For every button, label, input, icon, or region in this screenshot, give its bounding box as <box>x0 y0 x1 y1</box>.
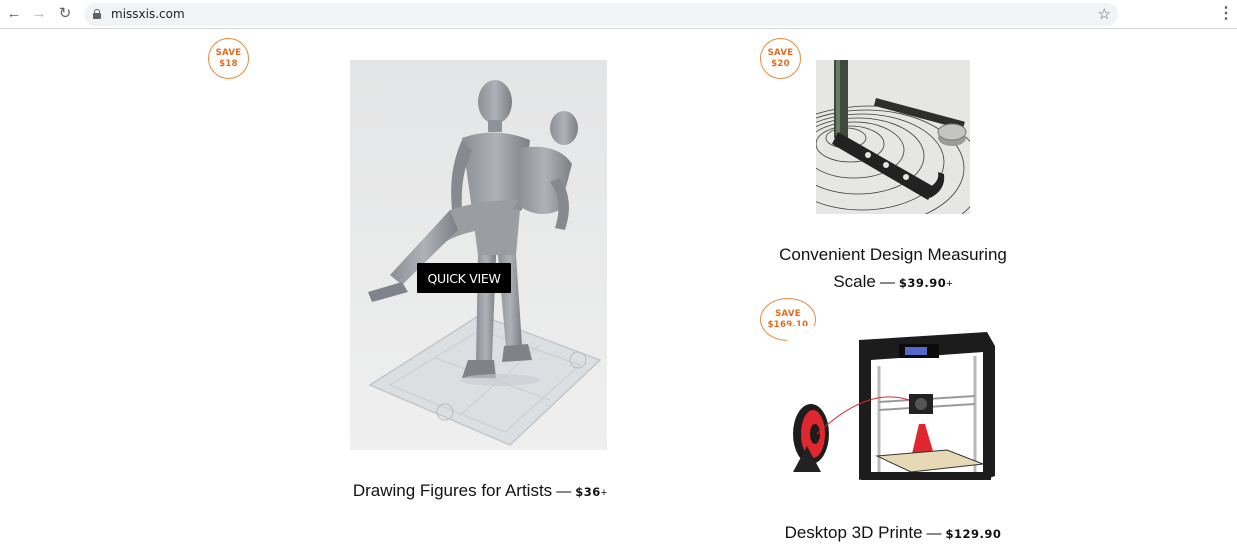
product-price: $39.90 <box>898 276 947 290</box>
star-icon[interactable]: ☆ <box>1098 5 1111 23</box>
quick-view-button[interactable]: QUICK VIEW <box>417 263 511 293</box>
price-dash: — <box>879 274 895 291</box>
save-badge: SAVE $18 <box>208 38 249 79</box>
product-image-drawing-figures[interactable] <box>350 60 607 450</box>
kebab-menu-icon[interactable]: ⋮ <box>1218 4 1234 24</box>
price-dash: — <box>926 525 942 542</box>
save-badge-label: SAVE <box>767 48 794 58</box>
price-plus: + <box>600 487 608 499</box>
product-title-drawing-figures[interactable]: Drawing Figures for Artists — $36+ <box>340 477 620 507</box>
product-price: $129.90 <box>945 527 1002 541</box>
address-bar[interactable]: missxis.com ☆ <box>84 3 1118 26</box>
price-plus: + <box>946 278 953 290</box>
product-image-measuring-scale[interactable] <box>816 60 970 214</box>
browser-toolbar: ← → ↻ missxis.com ☆ ⋮ <box>0 0 1237 29</box>
product-price: $36 <box>575 485 601 499</box>
arrow-right-icon[interactable]: → <box>30 5 48 23</box>
arrow-left-icon[interactable]: ← <box>5 5 23 23</box>
reload-icon[interactable]: ↻ <box>56 5 74 23</box>
product-title-line1[interactable]: Convenient Design Measuring <box>779 245 1007 264</box>
product-title-measuring-scale[interactable]: Convenient Design Measuring Scale — $39.90… <box>760 241 1026 298</box>
product-title[interactable]: Desktop 3D Printe <box>785 523 923 542</box>
product-image-3d-printer[interactable] <box>787 326 1000 493</box>
product-title-3d-printer[interactable]: Desktop 3D Printe — $129.90 <box>760 519 1026 548</box>
price-dash: — <box>556 483 572 500</box>
lock-icon[interactable] <box>93 9 101 20</box>
save-badge-amount: $18 <box>219 58 238 69</box>
save-badge: SAVE $20 <box>760 38 801 79</box>
url-text: missxis.com <box>111 7 185 21</box>
save-badge-label: SAVE <box>775 309 801 319</box>
save-badge-amount: $20 <box>771 58 790 69</box>
save-badge-label: SAVE <box>215 48 242 58</box>
product-title[interactable]: Drawing Figures for Artists <box>353 481 552 500</box>
product-title-line2[interactable]: Scale <box>833 272 876 291</box>
